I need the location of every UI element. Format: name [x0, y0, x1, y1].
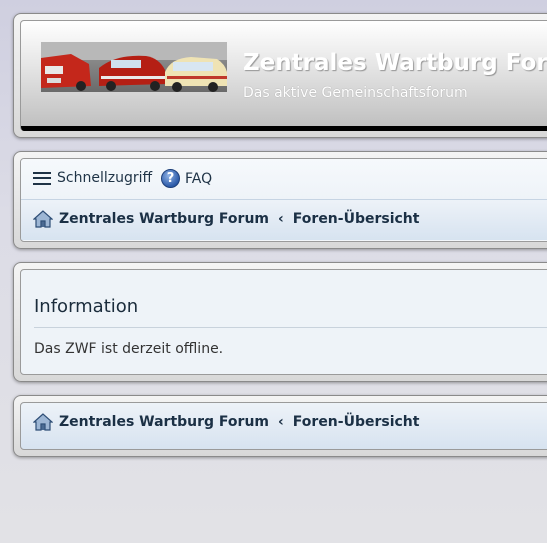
navbar-inner: Schnellzugriff ? FAQ Zentrales Wartburg … [20, 158, 547, 242]
footer-breadcrumb: Zentrales Wartburg Forum ‹ Foren-Übersic… [20, 402, 547, 450]
breadcrumb-separator: ‹ [278, 414, 284, 430]
navbar: Schnellzugriff ? FAQ Zentrales Wartburg … [13, 151, 547, 249]
info-divider [34, 327, 547, 328]
breadcrumb: Zentrales Wartburg Forum ‹ Foren-Übersic… [21, 199, 547, 240]
menu-icon [33, 171, 51, 185]
header-divider [21, 126, 547, 131]
faq-label: FAQ [185, 170, 213, 187]
home-icon[interactable] [33, 412, 53, 432]
breadcrumb-current-link[interactable]: Foren-Übersicht [293, 414, 420, 430]
breadcrumb-current-link[interactable]: Foren-Übersicht [293, 211, 420, 227]
quick-access-label: Schnellzugriff [57, 170, 153, 186]
breadcrumb-home-link[interactable]: Zentrales Wartburg Forum [59, 414, 269, 430]
breadcrumb-home-link[interactable]: Zentrales Wartburg Forum [59, 211, 269, 227]
header-inner: Zentrales Wartburg Forum Das aktive Geme… [20, 20, 547, 131]
footer-navbar: Zentrales Wartburg Forum ‹ Foren-Übersic… [13, 395, 547, 457]
info-inner: Information Das ZWF ist derzeit offline. [20, 269, 547, 375]
breadcrumb-separator: ‹ [278, 211, 284, 227]
home-icon[interactable] [33, 209, 53, 229]
site-logo[interactable] [41, 42, 227, 92]
info-message: Das ZWF ist derzeit offline. [34, 341, 224, 357]
info-panel: Information Das ZWF ist derzeit offline. [13, 262, 547, 382]
logo-image [41, 42, 227, 92]
help-icon: ? [161, 169, 180, 188]
nav-links-row: Schnellzugriff ? FAQ [21, 159, 547, 199]
site-title[interactable]: Zentrales Wartburg Forum [243, 50, 547, 76]
info-title: Information [34, 296, 139, 317]
site-description: Das aktive Gemeinschaftsforum [243, 85, 468, 101]
quick-access-menu[interactable]: Schnellzugriff [33, 170, 152, 186]
site-header: Zentrales Wartburg Forum Das aktive Geme… [13, 13, 547, 138]
faq-link[interactable]: ? FAQ [161, 169, 212, 188]
